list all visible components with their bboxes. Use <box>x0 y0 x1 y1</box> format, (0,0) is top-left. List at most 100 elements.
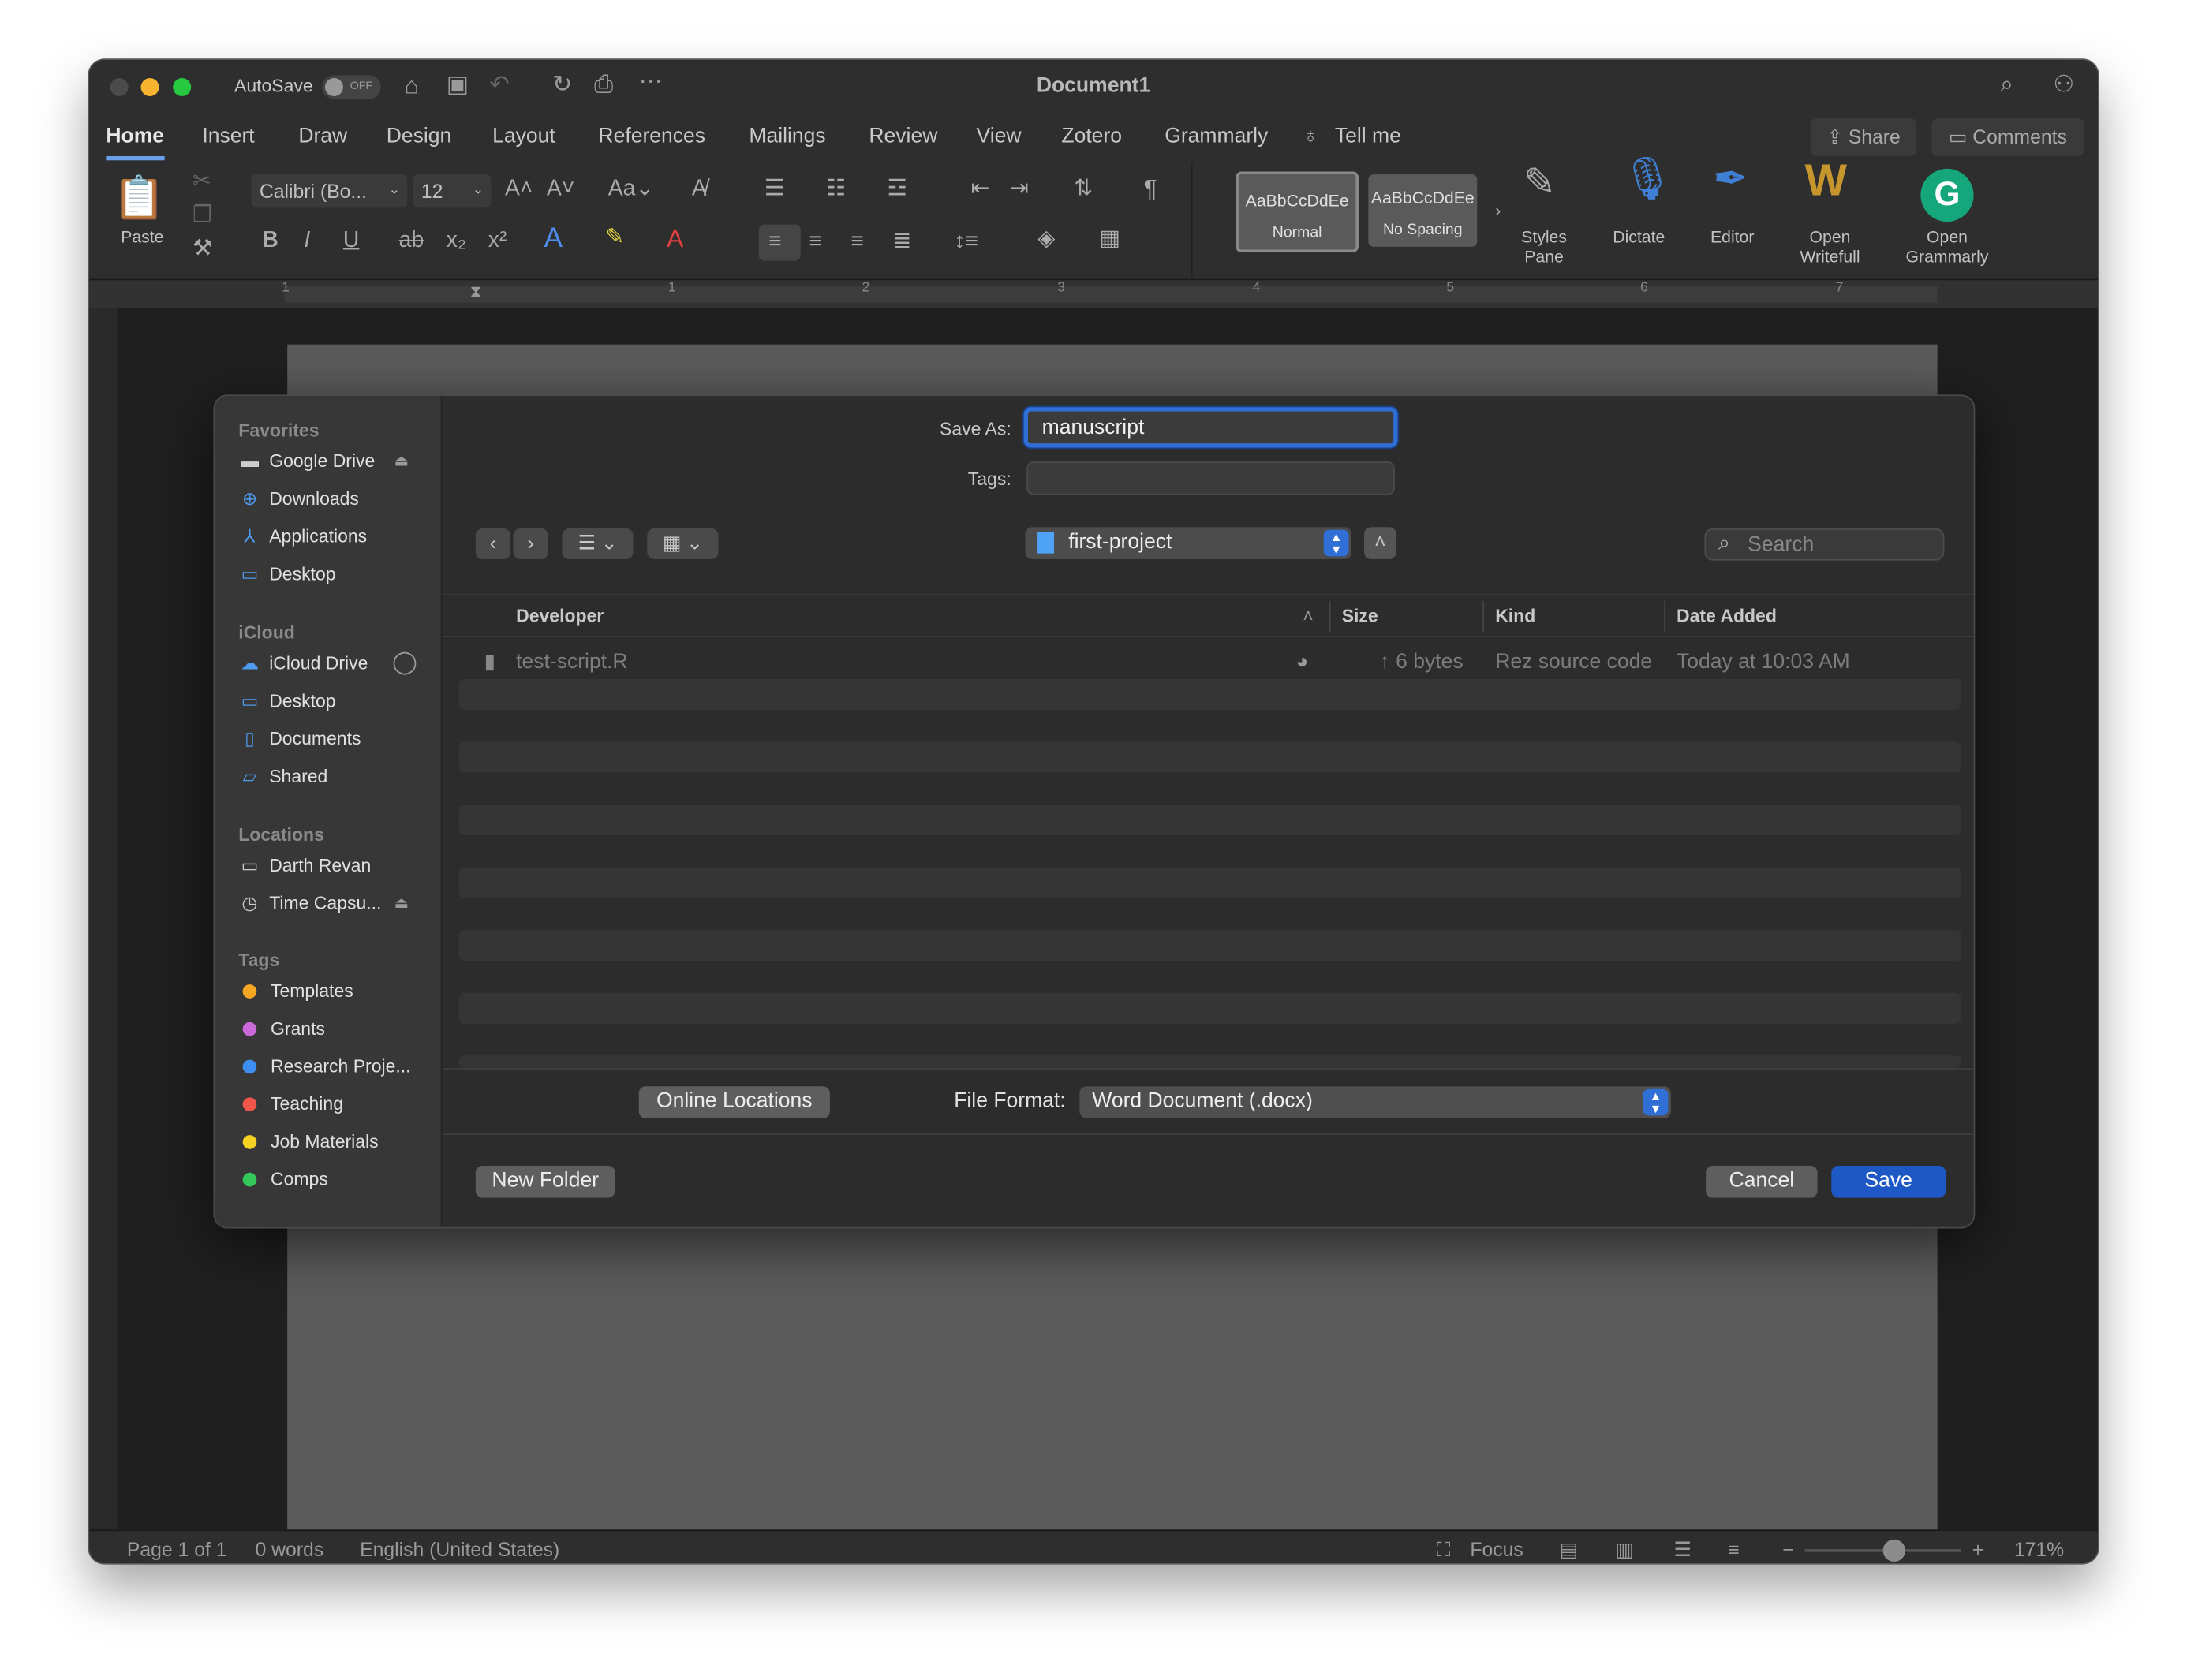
align-left-button[interactable]: ≡ <box>758 224 801 261</box>
outline-icon[interactable]: ☰ <box>1673 1538 1691 1562</box>
search-icon[interactable]: ⌕ <box>2000 73 2013 96</box>
subscript-icon[interactable]: x₂ <box>447 230 466 252</box>
sort-icon[interactable]: ⇅ <box>1074 177 1093 200</box>
line-spacing-icon[interactable]: ↕≡ <box>954 231 978 253</box>
font-size-select[interactable]: 12 ⌄ <box>413 174 492 208</box>
back-button[interactable]: ‹ <box>475 528 511 559</box>
tab-mailings[interactable]: Mailings <box>749 124 825 147</box>
collapse-button[interactable]: ˄ <box>1364 527 1396 559</box>
text-effects-icon[interactable]: A <box>544 225 563 252</box>
column-size[interactable]: Size <box>1342 605 1378 626</box>
numbering-icon[interactable]: ☷ <box>826 177 846 200</box>
web-layout-icon[interactable]: ▥ <box>1615 1538 1633 1562</box>
tab-insert[interactable]: Insert <box>202 124 254 147</box>
tab-home[interactable]: Home <box>106 124 164 161</box>
format-painter-icon[interactable]: ⚒ <box>193 237 212 260</box>
sidebar-item-time-capsule[interactable]: ◷ Time Capsu... ⏏ <box>238 887 434 920</box>
italic-icon[interactable]: I <box>304 230 310 252</box>
zoom-level[interactable]: 171% <box>2014 1538 2064 1560</box>
tags-field[interactable] <box>1026 461 1395 495</box>
tab-layout[interactable]: Layout <box>492 124 555 147</box>
writefull-icon[interactable]: W <box>1805 158 1847 203</box>
align-right-icon[interactable]: ≡ <box>850 231 864 253</box>
sidebar-item-google-drive[interactable]: ▬ Google Drive ⏏ <box>238 445 434 478</box>
save-button[interactable]: Save <box>1831 1165 1946 1198</box>
tell-me-field[interactable]: Tell me <box>1335 124 1401 147</box>
tab-view[interactable]: View <box>977 124 1022 147</box>
forward-button[interactable]: › <box>513 528 548 559</box>
column-developer[interactable]: Developer <box>516 605 604 626</box>
focus-button[interactable]: Focus <box>1470 1538 1523 1560</box>
shrink-font-icon[interactable]: A˅ <box>547 177 574 200</box>
search-field[interactable]: ⌕ Search <box>1704 528 1945 561</box>
location-popup[interactable]: ▇ first-project ▲ ▼ <box>1025 527 1352 559</box>
tab-references[interactable]: References <box>598 124 705 147</box>
strikethrough-icon[interactable]: ab <box>399 230 424 252</box>
styles-pane-button[interactable]: Styles Pane <box>1509 227 1579 267</box>
print-layout-icon[interactable]: ▤ <box>1560 1538 1578 1562</box>
decrease-indent-icon[interactable]: ⇤ <box>970 177 989 200</box>
clear-formatting-icon[interactable]: A̸ <box>692 177 707 200</box>
save-as-field[interactable] <box>1023 407 1398 448</box>
font-name-select[interactable]: Calibri (Bo... ⌄ <box>251 174 408 208</box>
sidebar-tag-teaching[interactable]: Teaching <box>238 1088 434 1121</box>
sidebar-item-darth-revan[interactable]: ▭ Darth Revan <box>238 849 434 883</box>
paste-icon[interactable]: 📋 <box>111 174 167 230</box>
sidebar-item-desktop[interactable]: ▭ Desktop <box>238 558 434 591</box>
superscript-icon[interactable]: x² <box>488 230 507 252</box>
multilevel-list-icon[interactable]: ☲ <box>887 177 907 200</box>
style-normal[interactable]: AaBbCcDdEe Normal <box>1236 171 1359 252</box>
sidebar-tag-research-projects[interactable]: Research Proje... <box>238 1050 434 1083</box>
sort-ascending-icon[interactable]: ˄ <box>1303 605 1313 626</box>
sidebar-item-shared[interactable]: ▱ Shared <box>238 760 434 793</box>
grammarly-icon[interactable]: G <box>1920 168 1974 222</box>
shading-icon[interactable]: ◈ <box>1037 228 1055 251</box>
change-case-icon[interactable]: Aa⌄ <box>608 177 654 200</box>
sidebar-item-icloud-desktop[interactable]: ▭ Desktop <box>238 685 434 718</box>
tab-draw[interactable]: Draw <box>298 124 347 147</box>
column-date-added[interactable]: Date Added <box>1677 605 1777 626</box>
tab-review[interactable]: Review <box>869 124 937 147</box>
eject-icon[interactable]: ⏏ <box>394 445 409 478</box>
sidebar-tag-job-materials[interactable]: Job Materials <box>238 1126 434 1159</box>
comments-button[interactable]: ▭ Comments <box>1931 118 2084 157</box>
cut-icon[interactable]: ✂ <box>193 171 211 193</box>
tab-zotero[interactable]: Zotero <box>1061 124 1122 147</box>
open-writefull-button[interactable]: Open Writefull <box>1788 227 1871 267</box>
list-view-button[interactable]: ☰ ⌄ <box>562 528 634 559</box>
justify-icon[interactable]: ≣ <box>892 231 911 253</box>
file-format-popup[interactable]: Word Document (.docx) ▲ ▼ <box>1079 1086 1671 1118</box>
tab-design[interactable]: Design <box>387 124 452 147</box>
sidebar-tag-grants[interactable]: Grants <box>238 1012 434 1045</box>
word-count[interactable]: 0 words <box>256 1538 324 1560</box>
sidebar-tag-templates[interactable]: Templates <box>238 975 434 1008</box>
borders-icon[interactable]: ▦ <box>1099 228 1120 251</box>
zoom-slider[interactable] <box>1804 1539 1961 1562</box>
account-icon[interactable]: ⚇ <box>2053 73 2074 96</box>
increase-indent-icon[interactable]: ⇥ <box>1010 177 1029 200</box>
language-status[interactable]: English (United States) <box>360 1538 559 1560</box>
sidebar-item-icloud-drive[interactable]: ☁ iCloud Drive ◯ <box>238 647 434 680</box>
online-locations-button[interactable]: Online Locations <box>638 1086 830 1118</box>
sidebar-item-documents[interactable]: ▯ Documents <box>238 722 434 756</box>
microphone-icon[interactable]: 🎙 <box>1621 159 1673 200</box>
copy-icon[interactable]: ❐ <box>193 204 212 227</box>
indent-marker-icon[interactable]: ⧗ <box>470 282 482 303</box>
cancel-button[interactable]: Cancel <box>1706 1165 1818 1198</box>
focus-icon[interactable]: ⛶ <box>1437 1538 1450 1562</box>
grow-font-icon[interactable]: A˄ <box>505 177 533 200</box>
editor-icon[interactable]: ✒ <box>1713 159 1748 200</box>
bullets-icon[interactable]: ☰ <box>765 177 784 200</box>
highlight-icon[interactable]: ✎ <box>605 226 624 249</box>
sidebar-item-downloads[interactable]: ⊕ Downloads <box>238 483 434 516</box>
sidebar-item-applications[interactable]: ⅄ Applications <box>238 520 434 553</box>
eject-icon[interactable]: ⏏ <box>394 887 409 920</box>
style-no-spacing[interactable]: AaBbCcDdEe No Spacing <box>1368 174 1478 247</box>
file-row[interactable]: ▮ test-script.R ◕ ↑ 6 bytes Rez source c… <box>459 647 1961 678</box>
share-button[interactable]: ⇪ Share <box>1810 118 1917 157</box>
group-view-button[interactable]: ▦ ⌄ <box>647 528 719 559</box>
font-color-icon[interactable]: A <box>667 226 683 251</box>
new-folder-button[interactable]: New Folder <box>475 1165 615 1198</box>
styles-pane-icon[interactable]: ✎ <box>1523 162 1556 202</box>
open-grammarly-button[interactable]: Open Grammarly <box>1898 227 1996 267</box>
